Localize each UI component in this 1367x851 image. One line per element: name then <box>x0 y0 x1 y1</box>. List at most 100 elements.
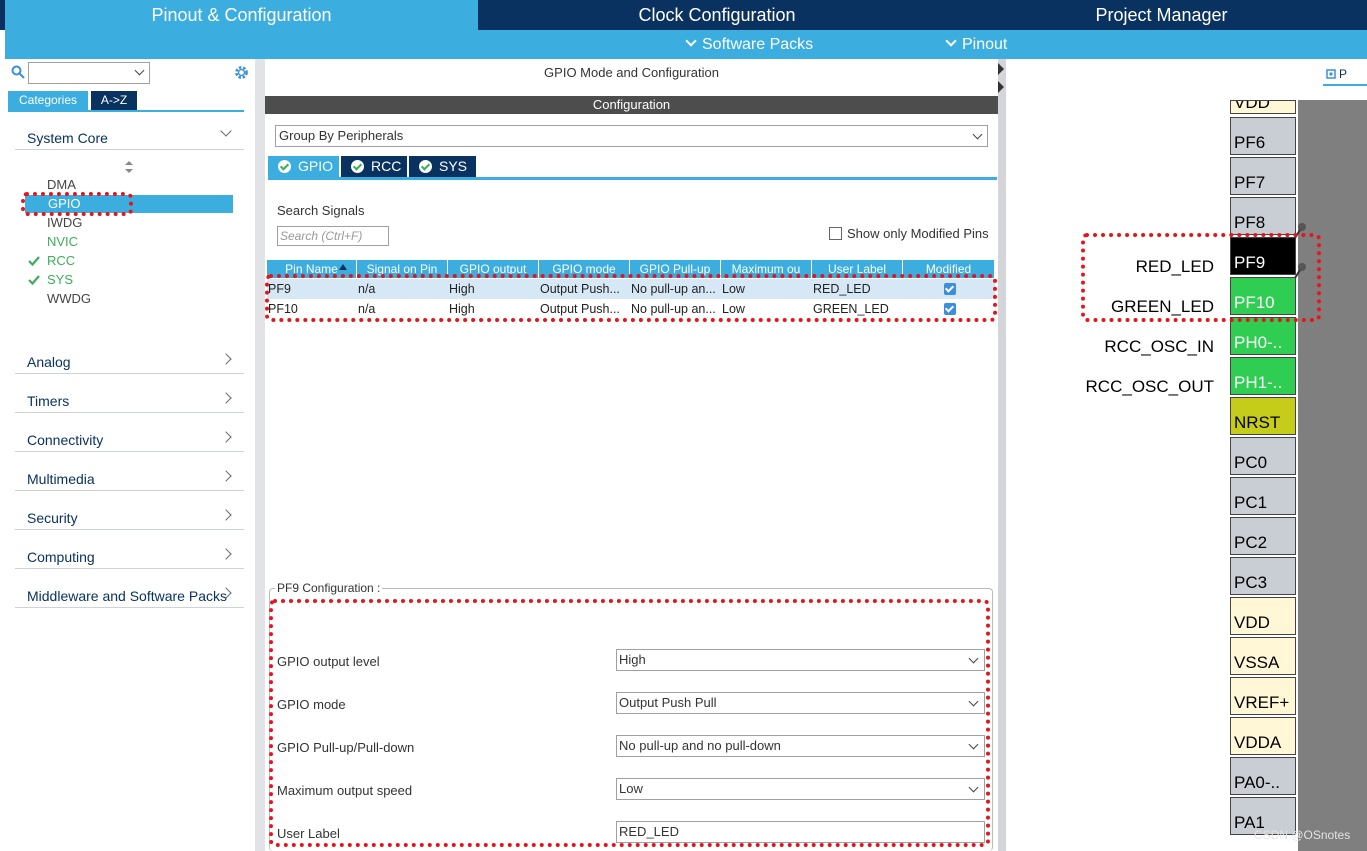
category-multimedia[interactable]: Multimedia <box>15 465 244 491</box>
chevron-right-icon <box>220 431 232 443</box>
pin-name: PC1 <box>1234 493 1268 512</box>
pin-ph0-[interactable]: PH0-.. <box>1230 317 1296 355</box>
pin-pc1[interactable]: PC1 <box>1230 477 1296 515</box>
panel-divider[interactable] <box>255 59 265 851</box>
core-item-rcc[interactable]: RCC <box>47 252 75 270</box>
pin-nrst[interactable]: NRST <box>1230 397 1296 435</box>
sort-icon[interactable] <box>124 160 134 174</box>
pin-signal-label: RCC_OSC_IN <box>1104 337 1214 356</box>
gear-icon[interactable] <box>233 64 250 81</box>
highlight-annotation <box>265 274 997 322</box>
chevron-right-icon <box>220 353 232 365</box>
software-packs-menu[interactable]: Software Packs <box>685 30 813 59</box>
highlight-annotation <box>269 599 990 847</box>
tab-underline <box>268 177 997 180</box>
pin-name: PC0 <box>1234 453 1268 472</box>
category-system-core[interactable]: System Core <box>15 124 244 150</box>
pin-name: VREF+ <box>1234 693 1290 712</box>
chevron-down-icon <box>685 35 697 47</box>
show-modified-checkbox[interactable] <box>829 227 842 240</box>
category-label: Computing <box>27 549 95 565</box>
highlight-annotation <box>1081 233 1321 322</box>
checkmark-icon <box>28 256 40 266</box>
pin-vdda[interactable]: VDDA <box>1230 717 1296 755</box>
tab-rcc[interactable]: RCC <box>341 156 407 177</box>
pin-vssa[interactable]: VSSA <box>1230 637 1296 675</box>
sub-menu-bar: Software Packs Pinout <box>5 30 1367 59</box>
pin-pc2[interactable]: PC2 <box>1230 517 1296 555</box>
pinout-menu[interactable]: Pinout <box>945 30 1007 59</box>
category-timers[interactable]: Timers <box>15 387 244 413</box>
tab-sys[interactable]: SYS <box>409 156 476 177</box>
chevron-right-icon <box>220 392 232 404</box>
pin-name: PC3 <box>1234 573 1268 592</box>
pin-name: VSSA <box>1234 653 1280 672</box>
category-tab-underline <box>8 110 244 112</box>
check-circle-icon <box>278 160 291 173</box>
search-signals-label: Search Signals <box>277 203 365 218</box>
pin-name: PC2 <box>1234 533 1268 552</box>
pin-name: PF8 <box>1234 213 1266 232</box>
pin-vref-[interactable]: VREF+ <box>1230 677 1296 715</box>
pin-vdd[interactable]: VDD <box>1230 597 1296 635</box>
highlight-annotation <box>21 192 133 216</box>
pin-name: PA0-.. <box>1234 773 1280 792</box>
pin-pa0-[interactable]: PA0-.. <box>1230 757 1296 795</box>
pin-name: NRST <box>1234 413 1281 432</box>
category-analog[interactable]: Analog <box>15 348 244 374</box>
category-label: Middleware and Software Packs <box>27 588 227 604</box>
watermark: CSDN @OSnotes <box>1254 828 1351 842</box>
core-item-wwdg[interactable]: WWDG <box>47 290 91 308</box>
tab-gpio[interactable]: GPIO <box>268 156 339 177</box>
tab-clock-configuration[interactable]: Clock Configuration <box>481 0 953 30</box>
pin-pf8[interactable]: PF8 <box>1230 197 1296 235</box>
pin-vdd[interactable]: VDD <box>1230 100 1296 114</box>
category-security[interactable]: Security <box>15 504 244 530</box>
tab-project-manager[interactable]: Project Manager <box>956 0 1367 30</box>
pin-name: VDD <box>1234 613 1270 632</box>
category-label: Security <box>27 510 78 526</box>
category-computing[interactable]: Computing <box>15 543 244 569</box>
pin-ph1-[interactable]: PH1-.. <box>1230 357 1296 395</box>
pinout-view-tab-label: P <box>1339 67 1348 81</box>
tab-pinout-configuration[interactable]: Pinout & Configuration <box>5 0 478 30</box>
category-middleware-and-software-packs[interactable]: Middleware and Software Packs <box>15 582 244 608</box>
core-item-iwdg[interactable]: IWDG <box>47 214 82 232</box>
pin-pf6[interactable]: PF6 <box>1230 117 1296 155</box>
pin-pf7[interactable]: PF7 <box>1230 157 1296 195</box>
tab-a-z[interactable]: A->Z <box>91 91 137 110</box>
search-signals-input[interactable]: Search (Ctrl+F) <box>277 226 389 246</box>
category-label: System Core <box>27 130 108 146</box>
check-circle-icon <box>419 160 432 173</box>
pin-name: VDDA <box>1234 733 1282 752</box>
pin-name: PF7 <box>1234 173 1266 192</box>
group-by-select[interactable]: Group By Peripherals <box>275 125 988 147</box>
category-label: Connectivity <box>27 432 104 448</box>
chevron-right-icon <box>220 548 232 560</box>
pinout-view-tab[interactable]: P <box>1323 64 1367 86</box>
chip-icon <box>1326 69 1336 79</box>
chip-body <box>1298 100 1367 851</box>
collapse-arrow-icon[interactable] <box>998 59 1006 99</box>
chevron-right-icon <box>220 509 232 521</box>
chevron-right-icon <box>220 470 232 482</box>
search-icon[interactable] <box>11 65 25 79</box>
chevron-down-icon <box>134 65 145 76</box>
panel-divider[interactable] <box>998 59 1006 851</box>
core-item-nvic[interactable]: NVIC <box>47 233 78 251</box>
category-search-combo[interactable] <box>28 62 150 84</box>
pin-pc3[interactable]: PC3 <box>1230 557 1296 595</box>
pin-config-title: PF9 Configuration : <box>275 581 383 595</box>
category-connectivity[interactable]: Connectivity <box>15 426 244 452</box>
tab-label: RCC <box>371 158 402 174</box>
categories-panel <box>5 59 255 851</box>
tab-categories[interactable]: Categories <box>8 91 88 110</box>
category-label: Analog <box>27 354 71 370</box>
show-modified-label[interactable]: Show only Modified Pins <box>847 226 989 241</box>
pin-pc0[interactable]: PC0 <box>1230 437 1296 475</box>
core-item-sys[interactable]: SYS <box>47 271 73 289</box>
pin-name: VDD <box>1234 100 1270 112</box>
sort-ascending-icon[interactable] <box>339 264 347 272</box>
chevron-down-icon <box>945 35 957 47</box>
pin-name: PH0-.. <box>1234 333 1283 352</box>
